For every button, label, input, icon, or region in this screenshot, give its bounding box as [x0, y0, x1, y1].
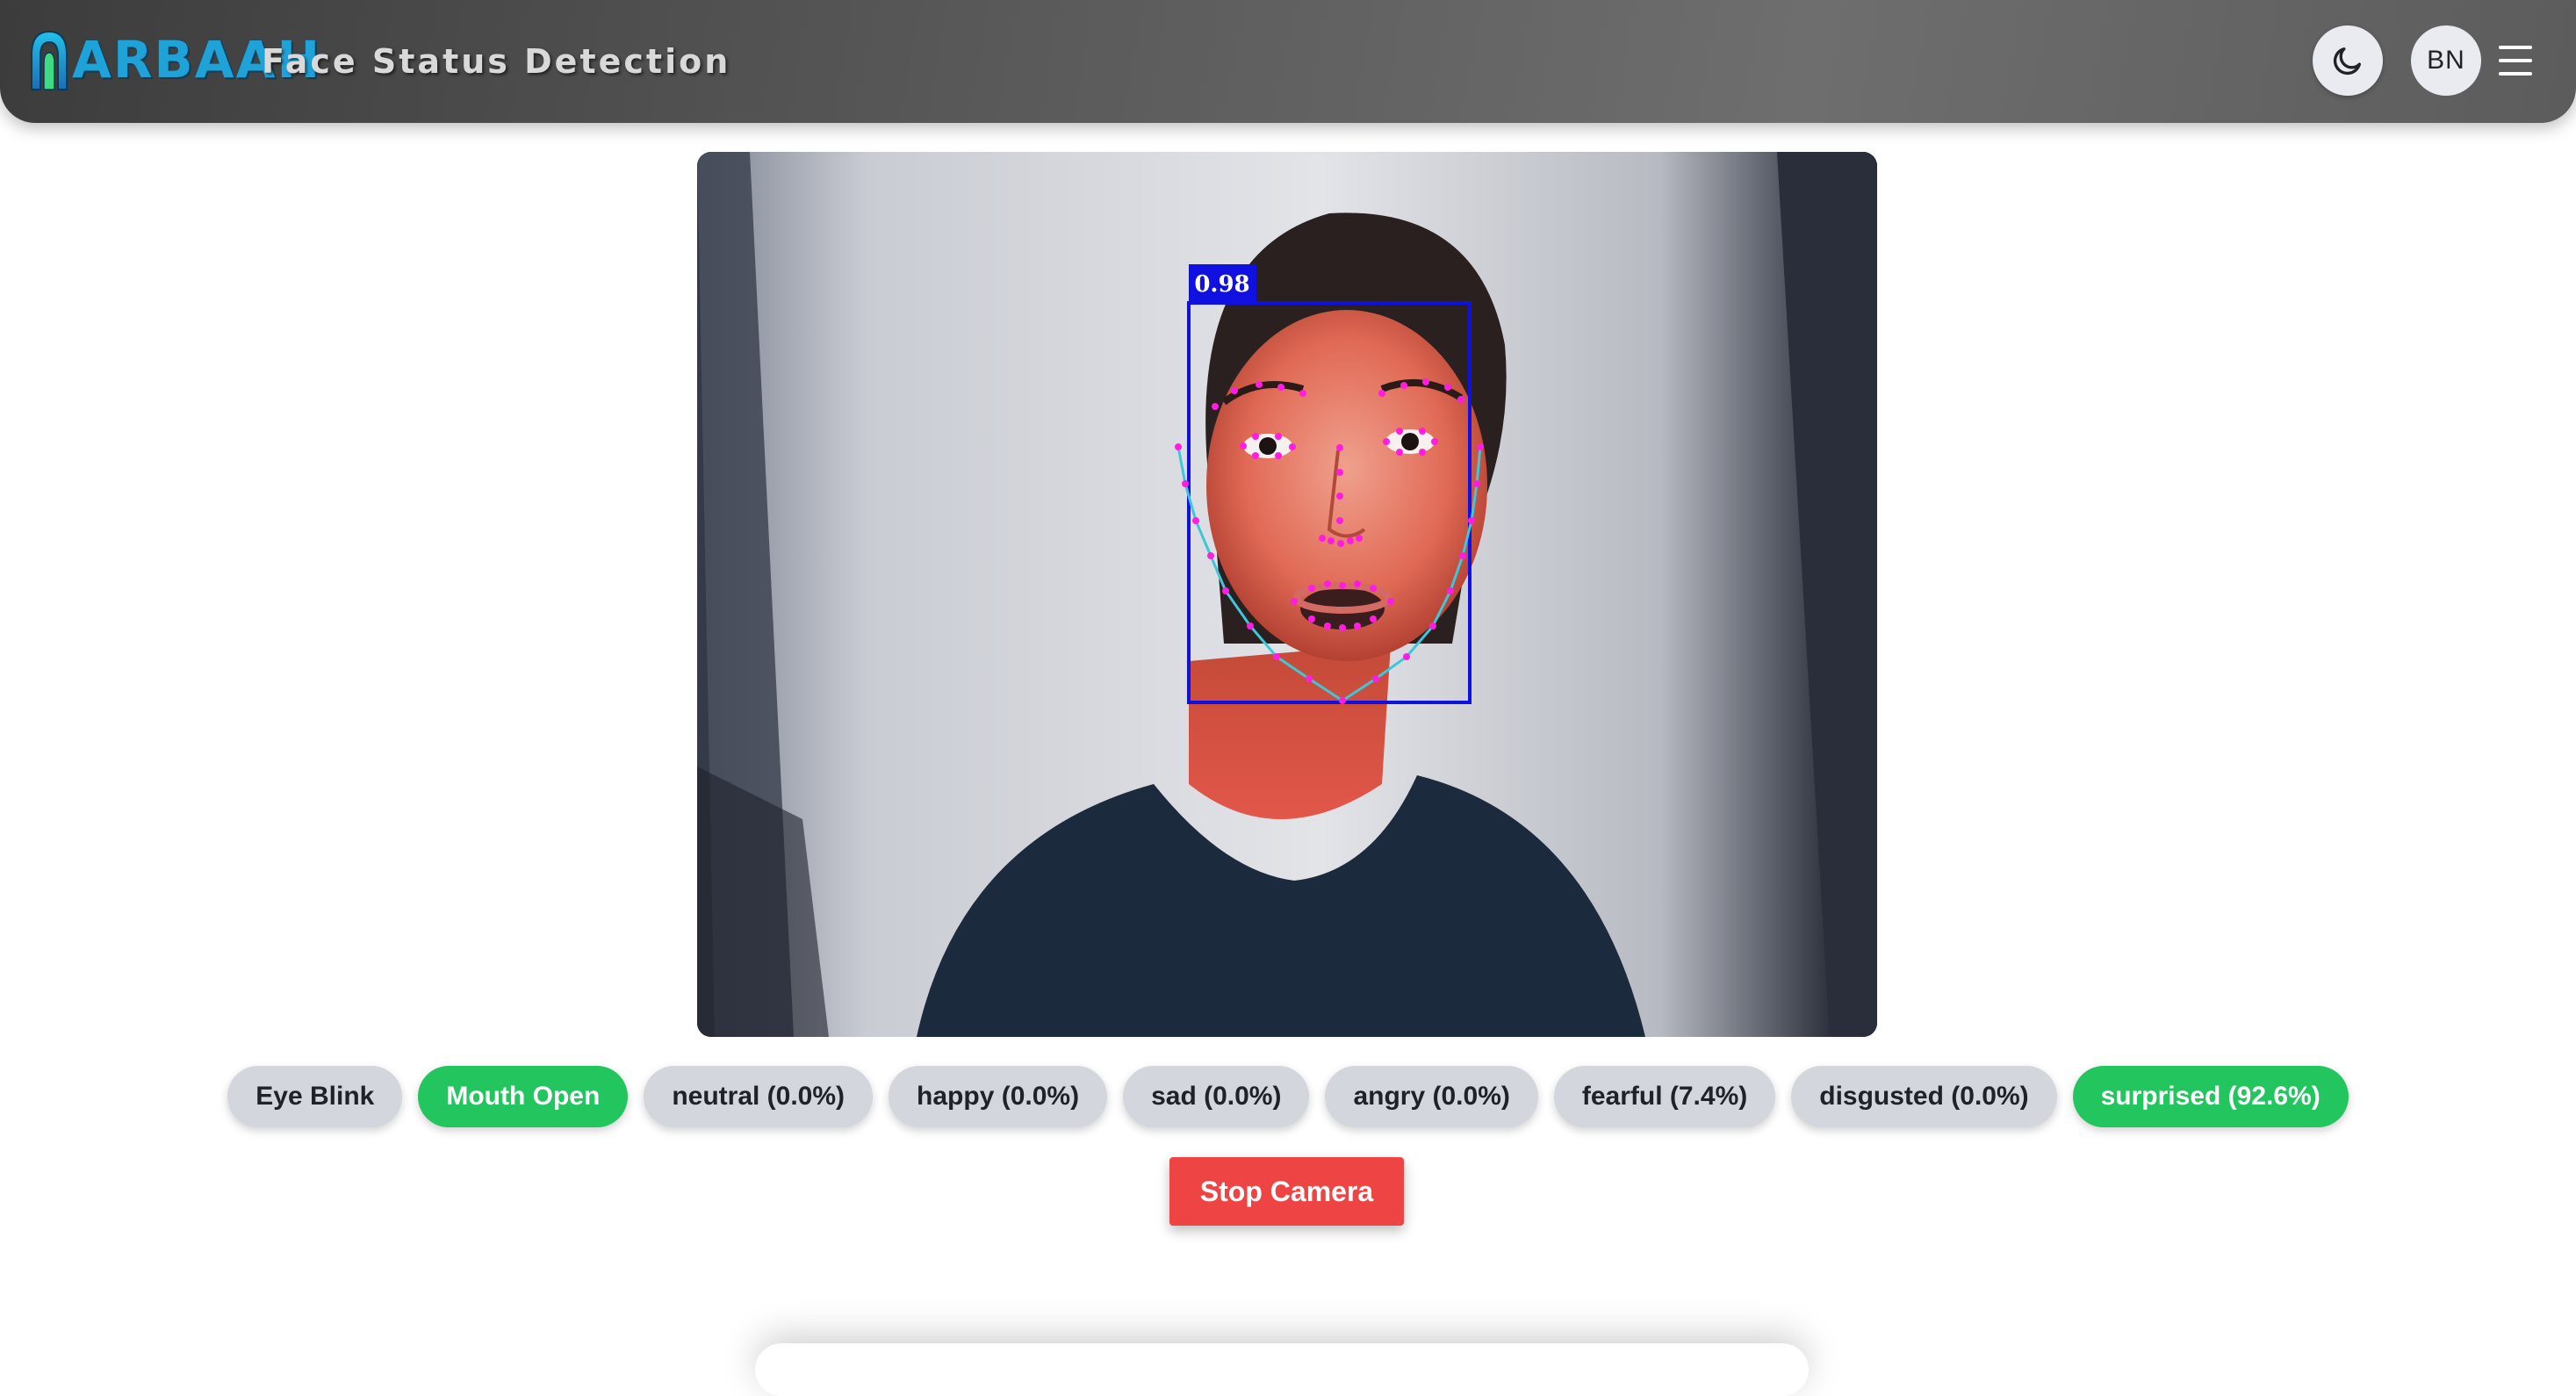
app-header: ARBAAH Face Status Detection BN	[0, 0, 2576, 123]
status-chip: surprised (92.6%)	[2072, 1066, 2349, 1127]
user-avatar[interactable]: BN	[2411, 25, 2481, 96]
status-chip: Eye Blink	[227, 1066, 403, 1127]
hamburger-menu-icon[interactable]	[2499, 46, 2532, 76]
avatar-initials: BN	[2427, 46, 2465, 75]
status-chip: angry (0.0%)	[1325, 1066, 1538, 1127]
status-chip-row: Eye Blink Mouth Open neutral (0.0%) happy (…	[0, 1066, 2576, 1129]
status-chip: Mouth Open	[418, 1066, 629, 1127]
moon-icon	[2333, 47, 2361, 76]
camera-frame: 0.98	[697, 152, 1877, 1037]
status-chip: disgusted (0.0%)	[1791, 1066, 2057, 1127]
detection-score-label: 0.98	[1194, 271, 1249, 298]
footer-edge	[755, 1343, 1809, 1396]
stop-camera-button[interactable]: Stop Camera	[1169, 1157, 1404, 1226]
status-chip: sad (0.0%)	[1123, 1066, 1310, 1127]
camera-feed: 0.98	[697, 152, 1877, 1037]
status-chip: fearful (7.4%)	[1553, 1066, 1776, 1127]
theme-toggle-button[interactable]	[2313, 25, 2383, 96]
status-chip: happy (0.0%)	[889, 1066, 1108, 1127]
status-chip: neutral (0.0%)	[644, 1066, 874, 1127]
arch-logo-icon	[31, 30, 68, 90]
page-title: Face Status Detection	[262, 42, 731, 81]
